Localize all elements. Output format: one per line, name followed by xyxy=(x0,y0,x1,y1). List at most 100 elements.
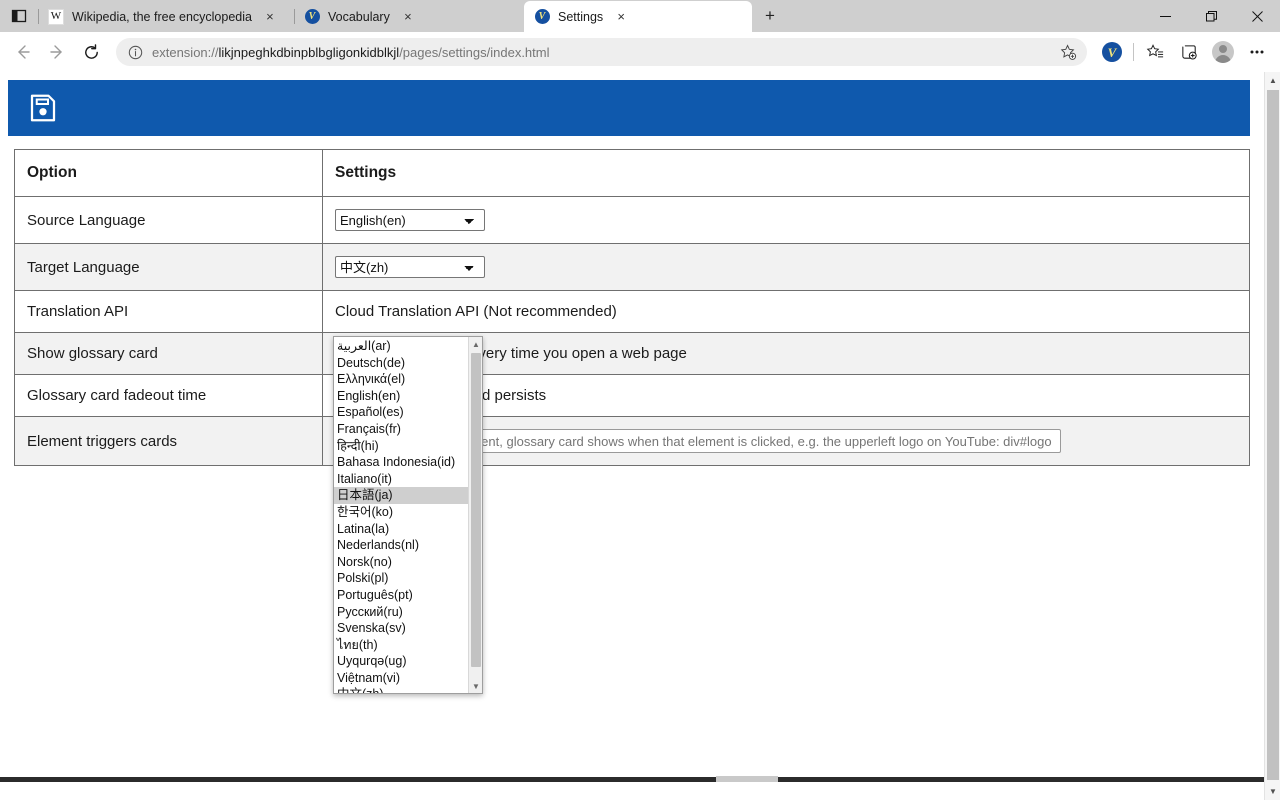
reload-button[interactable] xyxy=(74,35,108,69)
dropdown-option[interactable]: Bahasa Indonesia(id) xyxy=(334,454,469,471)
table-row-source-language: Source Language English(en) xyxy=(14,196,1250,244)
settings-and-more-icon[interactable] xyxy=(1240,35,1274,69)
table-row-show-glossary-card: Show glossary card Show glossary card ev… xyxy=(14,332,1250,375)
forward-button[interactable] xyxy=(40,35,74,69)
address-bar[interactable]: extension://likjnpeghkdbinpblbgligonkidb… xyxy=(116,38,1087,66)
scroll-up-arrow-icon[interactable]: ▲ xyxy=(469,337,482,351)
dropdown-option[interactable]: Français(fr) xyxy=(334,421,469,438)
profile-avatar[interactable] xyxy=(1206,35,1240,69)
column-header-settings: Settings xyxy=(322,149,1250,197)
close-icon[interactable]: × xyxy=(613,9,629,25)
forward-arrow-icon xyxy=(50,45,62,59)
settings-page: Option Settings Source Language English(… xyxy=(0,72,1264,782)
dropdown-scrollbar-thumb[interactable] xyxy=(471,353,481,667)
dropdown-option[interactable]: Português(pt) xyxy=(334,587,469,604)
browser-tab-settings[interactable]: V Settings × xyxy=(524,1,752,32)
browser-tab-vocabulary[interactable]: V Vocabulary × xyxy=(294,1,524,32)
dropdown-option[interactable]: English(en) xyxy=(334,388,469,405)
toolbar-icons: V xyxy=(1095,35,1274,69)
vocabulary-favicon-letter: V xyxy=(304,9,320,24)
back-button[interactable] xyxy=(6,35,40,69)
tab-title: Settings xyxy=(558,9,604,24)
settings-table: Option Settings Source Language English(… xyxy=(14,149,1250,466)
target-language-dropdown-popup[interactable]: العربية(ar) Deutsch(de) Ελληνικά(el) Eng… xyxy=(333,336,483,694)
browser-window: W Wikipedia, the free encyclopedia × V V… xyxy=(0,0,1280,800)
source-language-select[interactable]: English(en) xyxy=(335,209,485,231)
table-row-glossary-card-fadeout-time: Glossary card fadeout time Time that glo… xyxy=(14,374,1250,417)
favorites-list-icon[interactable] xyxy=(1138,35,1172,69)
table-header-row: Option Settings xyxy=(14,149,1250,197)
tabs-area: W Wikipedia, the free encyclopedia × V V… xyxy=(38,0,788,32)
dropdown-option[interactable]: العربية(ar) xyxy=(334,338,469,355)
url-path: /pages/settings/index.html xyxy=(399,44,550,60)
dropdown-option[interactable]: Ελληνικά(el) xyxy=(334,371,469,388)
page-vertical-scrollbar[interactable]: ▲ ▼ xyxy=(1264,72,1280,800)
dropdown-option[interactable]: हिन्दी(hi) xyxy=(334,438,469,455)
reload-icon xyxy=(84,43,98,59)
wikipedia-w-favicon: W xyxy=(48,8,64,25)
browser-tab-wikipedia[interactable]: W Wikipedia, the free encyclopedia × xyxy=(38,1,294,32)
maximize-restore-button[interactable] xyxy=(1188,0,1234,32)
translation-api-description: Cloud Translation API (Not recommended) xyxy=(335,303,617,320)
dropdown-option[interactable]: Việtnam(vi) xyxy=(334,670,469,687)
dropdown-option[interactable]: Español(es) xyxy=(334,404,469,421)
collections-icon[interactable] xyxy=(1172,35,1206,69)
close-icon[interactable]: × xyxy=(262,9,278,25)
address-bar-url: extension://likjnpeghkdbinpblbgligonkidb… xyxy=(152,45,1055,60)
scroll-down-arrow-icon[interactable]: ▼ xyxy=(1265,783,1280,800)
url-prefix: extension:// xyxy=(152,44,219,60)
column-header-option: Option xyxy=(14,149,323,197)
minimize-button[interactable] xyxy=(1142,0,1188,32)
dropdown-option[interactable]: Polski(pl) xyxy=(334,570,469,587)
back-arrow-icon xyxy=(18,45,30,59)
dropdown-scrollbar[interactable]: ▲ ▼ xyxy=(468,337,482,693)
row-label: Source Language xyxy=(14,196,323,244)
ellipsis-glyph xyxy=(1250,50,1264,54)
dropdown-option[interactable]: Norsk(no) xyxy=(334,554,469,571)
info-circle-glyph xyxy=(128,45,142,59)
page-viewport: Option Settings Source Language English(… xyxy=(0,72,1280,800)
app-header-bar xyxy=(8,80,1250,136)
scroll-down-arrow-icon[interactable]: ▼ xyxy=(469,679,482,693)
target-language-select[interactable]: 中文(zh) xyxy=(335,256,485,278)
close-window-button[interactable] xyxy=(1234,0,1280,32)
page-horizontal-scrollbar[interactable] xyxy=(0,774,1264,782)
vertical-scrollbar-thumb[interactable] xyxy=(1267,90,1279,780)
tab-list-icon[interactable] xyxy=(0,0,38,32)
table-row-translation-api: Translation API Cloud Translation API (N… xyxy=(14,290,1250,333)
row-label: Element triggers cards xyxy=(14,416,323,466)
dropdown-option[interactable]: 中文(zh) xyxy=(334,686,469,693)
row-control: 中文(zh) xyxy=(322,243,1250,291)
dropdown-option[interactable]: Uyqurqə(ug) xyxy=(334,653,469,670)
dropdown-option[interactable]: Svenska(sv) xyxy=(334,620,469,637)
vocabulary-extension-icon[interactable]: V xyxy=(1095,35,1129,69)
dropdown-option[interactable]: Nederlands(nl) xyxy=(334,537,469,554)
row-label: Show glossary card xyxy=(14,332,323,375)
dropdown-option[interactable]: Italiano(it) xyxy=(334,471,469,488)
wikipedia-favicon-letter: W xyxy=(48,8,64,25)
vocabulary-v-favicon: V xyxy=(304,9,320,25)
close-icon[interactable]: × xyxy=(400,9,416,25)
dropdown-option[interactable]: Latina(la) xyxy=(334,521,469,538)
horizontal-scrollbar-track xyxy=(0,777,1264,782)
star-lines-glyph xyxy=(1146,43,1163,57)
url-host: likjnpeghkdbinpblbgligonkidblkjl xyxy=(218,44,400,60)
avatar-glyph xyxy=(1212,41,1234,63)
dropdown-option-highlighted[interactable]: 日本語(ja) xyxy=(334,487,469,504)
dropdown-option-list: العربية(ar) Deutsch(de) Ελληνικά(el) Eng… xyxy=(334,337,469,693)
site-info-icon[interactable] xyxy=(126,45,144,60)
dropdown-option[interactable]: Deutsch(de) xyxy=(334,355,469,372)
new-tab-button[interactable]: + xyxy=(752,0,788,32)
table-row-target-language: Target Language 中文(zh) xyxy=(14,243,1250,291)
scroll-up-arrow-icon[interactable]: ▲ xyxy=(1265,72,1280,89)
vocabulary-extension-glyph: V xyxy=(1102,42,1122,62)
dropdown-option[interactable]: Русский(ru) xyxy=(334,604,469,621)
row-control: Cloud Translation API (Not recommended) xyxy=(322,290,1250,333)
close-icon xyxy=(1251,10,1263,22)
save-floppy-icon[interactable] xyxy=(28,93,58,123)
dropdown-option[interactable]: ไทย(th) xyxy=(334,637,469,654)
dropdown-option[interactable]: 한국어(ko) xyxy=(334,504,469,521)
horizontal-scrollbar-thumb[interactable] xyxy=(716,776,778,782)
row-label: Translation API xyxy=(14,290,323,333)
favorite-star-add-icon[interactable] xyxy=(1055,43,1081,61)
